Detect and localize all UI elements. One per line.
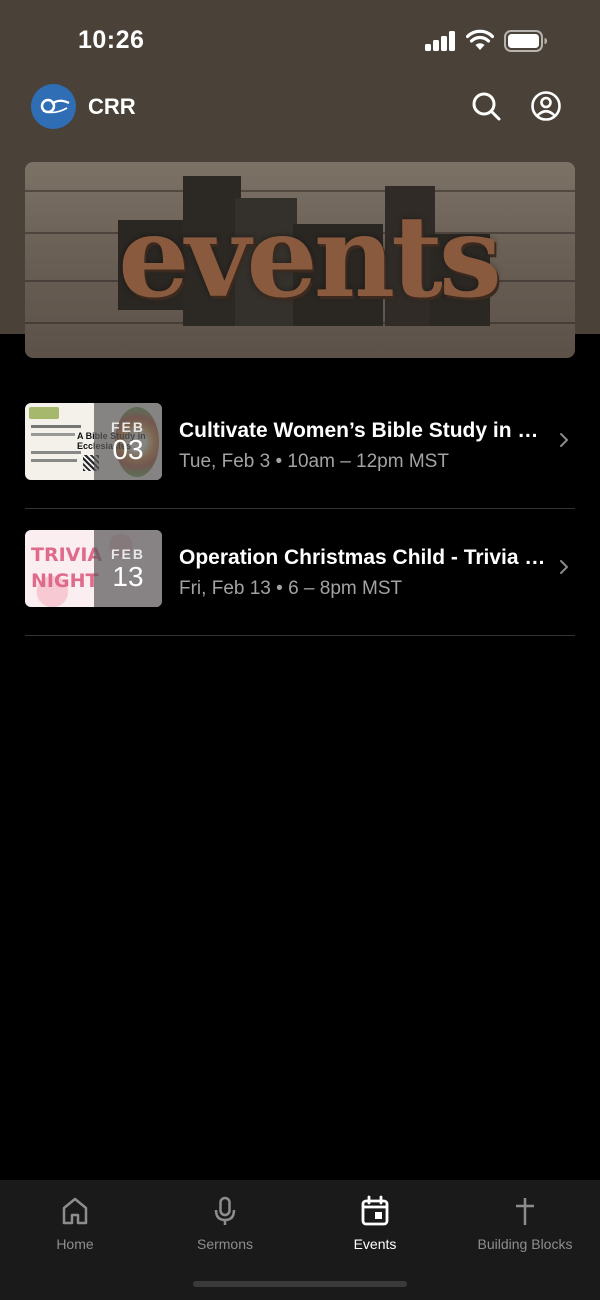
tab-home[interactable]: Home: [0, 1190, 150, 1260]
app-title: CRR: [88, 94, 136, 119]
tab-building-blocks[interactable]: Building Blocks: [450, 1190, 600, 1260]
event-datetime: Fri, Feb 13 • 6 – 8pm MST: [179, 578, 403, 599]
church-logo-avatar[interactable]: [31, 84, 76, 129]
microphone-icon: [214, 1196, 236, 1225]
wifi-icon: [466, 29, 494, 50]
event-row[interactable]: A Bible Study in Ecclesiastes FEB 03 Cul…: [25, 383, 575, 509]
event-datetime: Tue, Feb 3 • 10am – 12pm MST: [179, 451, 449, 472]
events-banner-image: events: [25, 162, 575, 358]
tab-label: Building Blocks: [477, 1236, 573, 1252]
chevron-right-icon: [560, 433, 568, 447]
event-row[interactable]: TRIVIA NIGHT FEB 13 Operation Christmas …: [25, 510, 575, 636]
chevron-right-icon: [560, 560, 568, 574]
home-indicator[interactable]: [193, 1281, 407, 1287]
status-bar: 10:26: [0, 0, 600, 82]
event-day: 13: [112, 561, 144, 592]
calendar-icon: [361, 1195, 389, 1226]
app-header: CRR: [0, 82, 600, 132]
event-thumbnail: TRIVIA NIGHT FEB 13: [25, 530, 162, 607]
search-icon[interactable]: [470, 90, 502, 122]
event-thumbnail: A Bible Study in Ecclesiastes FEB 03: [25, 403, 162, 480]
cellular-signal-icon: [425, 31, 457, 51]
date-badge: FEB 13: [94, 530, 162, 607]
tab-label: Events: [353, 1236, 397, 1252]
account-icon[interactable]: [530, 90, 562, 122]
event-day: 03: [112, 434, 144, 465]
tab-label: Sermons: [196, 1236, 254, 1252]
event-title: Operation Christmas Child - Trivia Night: [179, 546, 549, 569]
home-icon: [62, 1197, 88, 1225]
battery-icon: [504, 30, 547, 52]
event-title: Cultivate Women’s Bible Study in Ecclesi…: [179, 419, 549, 442]
cross-icon: [516, 1198, 534, 1225]
event-month: FEB: [111, 546, 145, 562]
tab-events[interactable]: Events: [300, 1190, 450, 1260]
thumb-caption: TRIVIA NIGHT: [31, 544, 103, 592]
banner-word: events: [118, 192, 502, 323]
tab-sermons[interactable]: Sermons: [150, 1190, 300, 1260]
date-badge: FEB 03: [94, 403, 162, 480]
church-logo-icon: [40, 98, 70, 114]
status-time: 10:26: [78, 26, 145, 54]
event-month: FEB: [111, 419, 145, 435]
tab-label: Home: [56, 1236, 94, 1252]
